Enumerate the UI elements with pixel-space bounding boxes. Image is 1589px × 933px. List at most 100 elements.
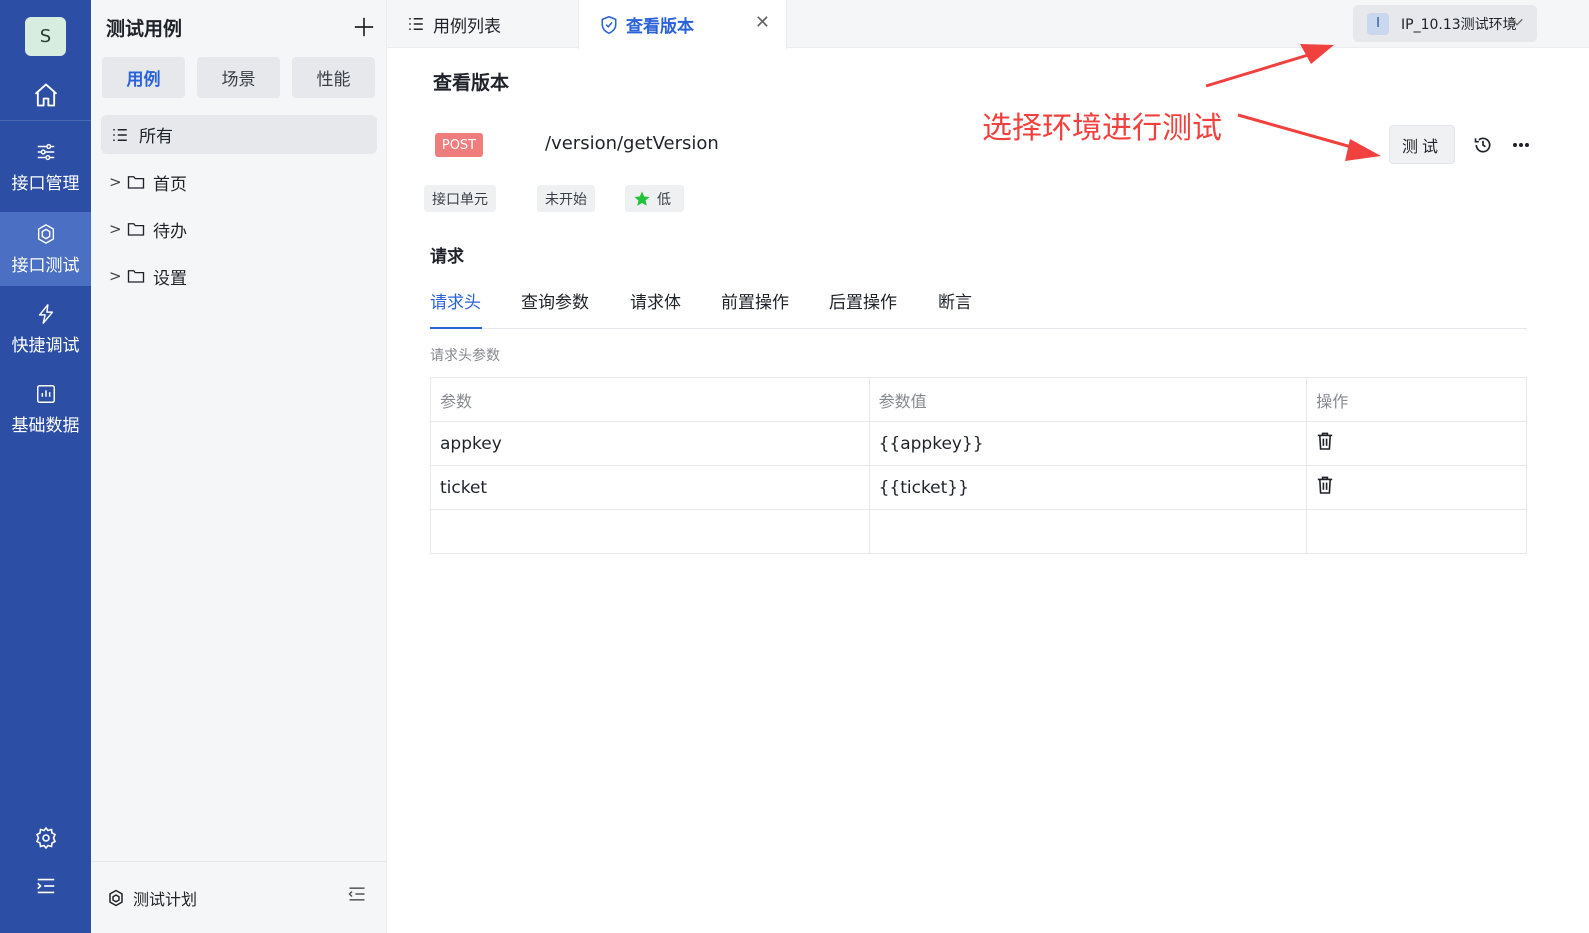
- menu-collapse-icon: [36, 878, 54, 894]
- tab-query-params[interactable]: 查询参数: [521, 288, 589, 329]
- add-case-button[interactable]: [351, 14, 377, 40]
- folder-icon: [127, 223, 145, 236]
- history-button[interactable]: [1471, 133, 1495, 157]
- gear-icon: [35, 826, 56, 850]
- rail-item-quick-debug[interactable]: 快捷调试: [0, 292, 91, 366]
- environment-label: IP_10.13测试环境: [1401, 16, 1517, 33]
- tab-pre-actions[interactable]: 前置操作: [721, 288, 789, 329]
- chevron-right-icon: >: [109, 267, 122, 285]
- param-value-cell[interactable]: {{appkey}}: [868, 421, 1308, 466]
- chevron-right-icon: >: [109, 173, 122, 191]
- tab-request-body[interactable]: 请求体: [630, 288, 681, 329]
- delete-button[interactable]: [1317, 432, 1333, 455]
- priority-label: 低: [657, 191, 671, 208]
- type-tag: 接口单元: [424, 185, 496, 212]
- param-name-cell[interactable]: appkey: [430, 421, 870, 466]
- tree-item-label: 待办: [153, 221, 187, 242]
- test-plan-label: 测试计划: [133, 889, 198, 909]
- case-sidebar: 测试用例 用例 场景 性能 所有 > 首页 > 待办 > 设置 测试计划: [91, 0, 387, 933]
- request-section-title: 请求: [430, 247, 464, 267]
- tab-assertions[interactable]: 断言: [938, 288, 972, 329]
- folder-icon: [127, 270, 145, 283]
- tree-item-label: 设置: [153, 268, 187, 289]
- home-icon: [34, 83, 57, 107]
- rail-item-base-data[interactable]: 基础数据: [0, 372, 91, 446]
- status-tag: 未开始: [537, 185, 595, 212]
- rail-collapse-button[interactable]: [0, 866, 91, 906]
- action-cell: [1306, 421, 1527, 466]
- star-icon: [634, 191, 650, 206]
- rail-item-label: 接口测试: [11, 255, 80, 276]
- table-row: appkey {{appkey}}: [430, 421, 1527, 466]
- test-button[interactable]: 测试: [1389, 125, 1455, 164]
- column-header: 参数值: [868, 377, 1308, 422]
- list-icon: [409, 18, 423, 30]
- segment-performance[interactable]: 性能: [292, 57, 375, 98]
- rail-item-label: 快捷调试: [11, 335, 80, 356]
- api-path: /version/getVersion: [545, 133, 719, 154]
- chevron-down-icon: [1511, 18, 1523, 26]
- action-cell: [1306, 465, 1527, 510]
- param-name-cell[interactable]: ticket: [430, 465, 870, 510]
- settings-button[interactable]: [0, 818, 91, 858]
- left-rail: S 接口管理 接口测试 快捷调试 基础数据: [0, 0, 91, 933]
- tab-post-actions[interactable]: 后置操作: [829, 288, 897, 329]
- trash-icon: [1318, 476, 1333, 494]
- avatar[interactable]: S: [25, 17, 66, 56]
- request-tabs: 请求头 查询参数 请求体 前置操作 后置操作 断言: [430, 288, 1527, 329]
- environment-badge: I: [1367, 12, 1389, 35]
- annotation-text: 选择环境进行测试: [982, 111, 1222, 146]
- history-icon: [1474, 137, 1491, 153]
- tab-bar: 用例列表 查看版本 ✕ I IP_10.13测试环境: [387, 0, 1589, 49]
- header-params-table: 参数 参数值 操作 appkey {{appkey}} ticket {{tic…: [430, 377, 1527, 554]
- table-row: ticket {{ticket}}: [430, 465, 1527, 510]
- tree-item-label: 首页: [153, 174, 187, 195]
- environment-selector[interactable]: I IP_10.13测试环境: [1353, 5, 1537, 42]
- param-value-cell[interactable]: {{ticket}}: [868, 465, 1308, 510]
- menu-collapse-icon: [348, 887, 365, 901]
- more-icon[interactable]: [1509, 133, 1533, 157]
- lightning-icon: [35, 303, 57, 325]
- rail-item-label: 接口管理: [11, 173, 80, 194]
- cube-icon: [109, 889, 123, 906]
- rail-item-api-testing[interactable]: 接口测试: [0, 212, 91, 286]
- folder-icon: [127, 176, 145, 189]
- chart-icon: [35, 383, 57, 405]
- action-cell: [1306, 509, 1527, 554]
- plus-icon: [354, 17, 374, 37]
- test-plan-entry[interactable]: 测试计划: [91, 861, 387, 933]
- trash-icon: [1318, 432, 1333, 450]
- table-row-empty: [430, 509, 1527, 554]
- tree-item-todo[interactable]: > 待办: [109, 214, 187, 244]
- param-name-cell[interactable]: [430, 509, 870, 554]
- segment-scenes[interactable]: 场景: [197, 57, 280, 98]
- http-method-badge: POST: [435, 133, 483, 157]
- list-icon: [113, 128, 127, 141]
- delete-button[interactable]: [1317, 476, 1333, 499]
- param-value-cell[interactable]: [868, 509, 1308, 554]
- rail-item-api-management[interactable]: 接口管理: [0, 130, 91, 204]
- shield-icon: [601, 15, 617, 34]
- page-title: 查看版本: [433, 72, 510, 94]
- home-button[interactable]: [0, 70, 91, 120]
- tab-case-list[interactable]: 用例列表: [407, 0, 577, 48]
- tree-item-settings[interactable]: > 设置: [109, 261, 187, 291]
- column-header: 参数: [430, 377, 870, 422]
- sidebar-collapse-button[interactable]: [347, 884, 367, 908]
- tab-request-headers[interactable]: 请求头: [430, 288, 482, 329]
- priority-tag[interactable]: 低: [625, 185, 684, 212]
- cube-icon: [35, 223, 57, 245]
- tree-item-label: 所有: [139, 127, 173, 147]
- tab-label: 查看版本: [626, 17, 694, 37]
- tab-view-version[interactable]: 查看版本 ✕: [578, 0, 787, 49]
- segment-cases[interactable]: 用例: [102, 57, 185, 98]
- tab-label: 用例列表: [433, 16, 501, 37]
- tree-item-all[interactable]: 所有: [101, 115, 377, 154]
- close-icon[interactable]: ✕: [755, 12, 770, 33]
- headers-section-label: 请求头参数: [430, 348, 500, 364]
- sliders-icon: [35, 141, 57, 163]
- rail-item-label: 基础数据: [11, 415, 80, 436]
- tree-item-home[interactable]: > 首页: [109, 167, 187, 197]
- sidebar-title: 测试用例: [106, 18, 183, 40]
- table-header-row: 参数 参数值 操作: [430, 377, 1527, 422]
